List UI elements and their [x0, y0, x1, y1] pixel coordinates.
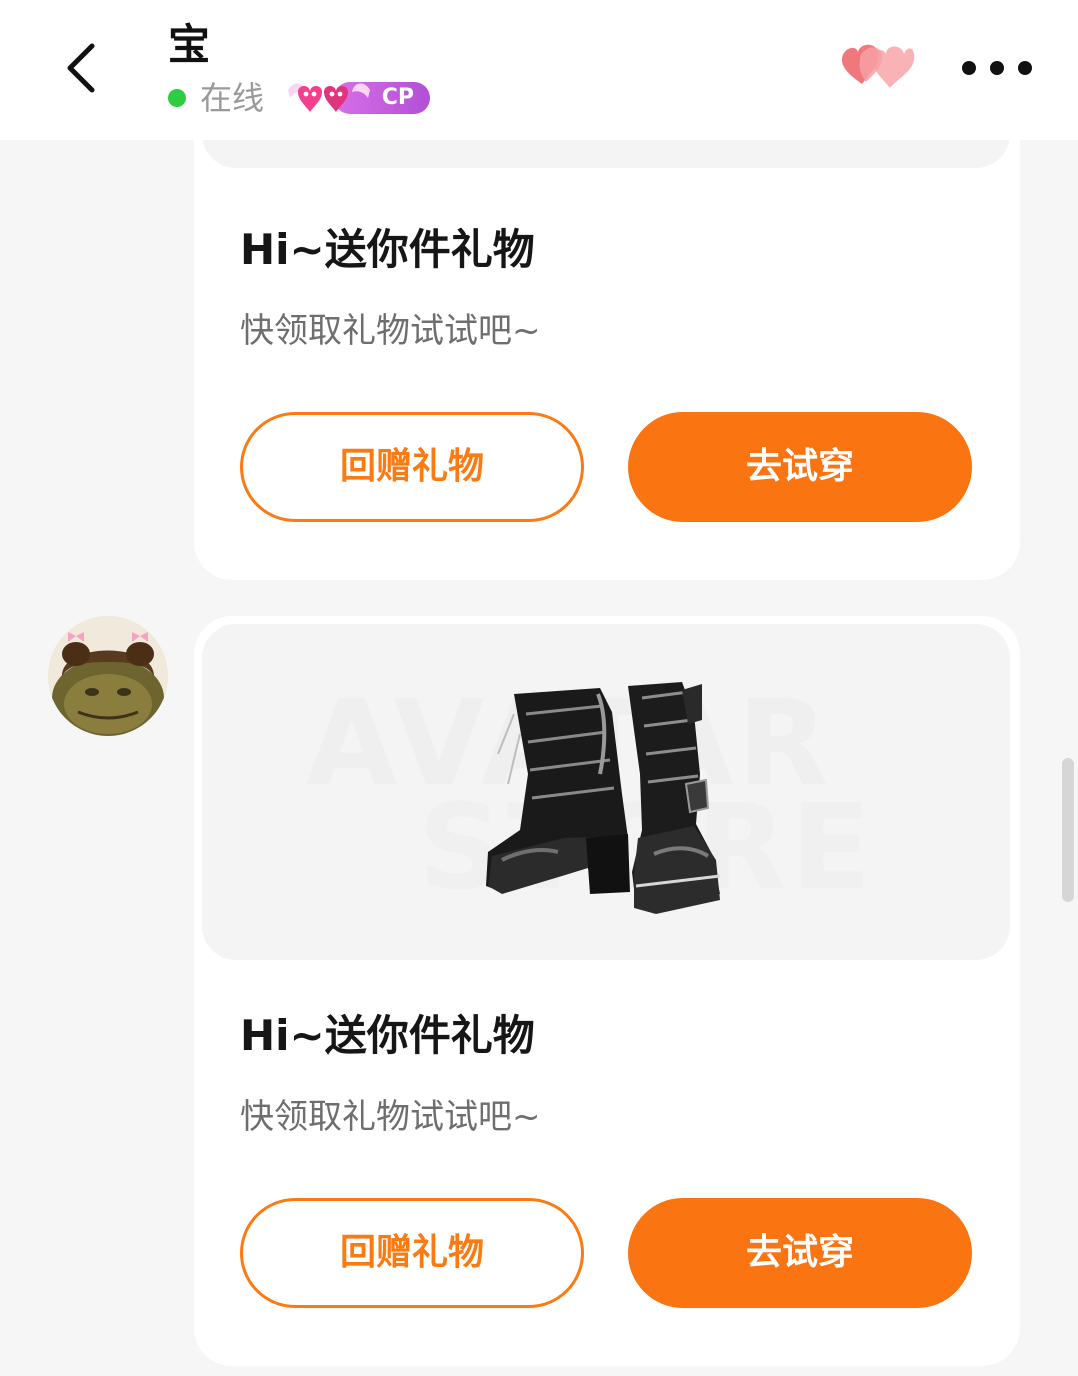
return-gift-button[interactable]: 回赠礼物 [240, 1198, 584, 1308]
more-button[interactable] [962, 52, 1032, 84]
gift-subtitle: 快领取礼物试试吧~ [240, 311, 541, 351]
online-status: 在线 CP [168, 76, 431, 120]
status-text: 在线 [200, 79, 265, 117]
gift-title: Hi~送你件礼物 [240, 225, 535, 274]
chat-header: 宝 在线 CP [0, 0, 1078, 140]
gift-message-card: AVATAR STORE Hi~送你件礼物 快领取礼物试试吧~ 回赠礼物 去试穿 [194, 616, 1020, 1366]
gift-image[interactable]: AVATAR STORE [202, 624, 1010, 960]
more-dot [1018, 61, 1032, 75]
cp-badge-label: CP [381, 85, 415, 110]
return-gift-button[interactable]: 回赠礼物 [240, 412, 584, 522]
more-dot [990, 61, 1004, 75]
gift-title: Hi~送你件礼物 [240, 1011, 535, 1060]
gift-subtitle: 快领取礼物试试吧~ [240, 1097, 541, 1137]
try-on-button[interactable]: 去试穿 [628, 412, 972, 522]
more-dot [962, 61, 976, 75]
boots-image [486, 682, 721, 914]
chat-title: 宝 [168, 20, 211, 69]
try-on-button[interactable]: 去试穿 [628, 1198, 972, 1308]
scrollbar[interactable] [1062, 758, 1074, 902]
back-button[interactable] [58, 38, 108, 98]
winged-hearts-icon [288, 83, 371, 112]
intimacy-button[interactable] [838, 40, 918, 96]
online-dot [168, 89, 186, 107]
hearts-icon [842, 44, 915, 88]
chevron-left-icon [67, 43, 95, 93]
frog-avatar-image [48, 616, 168, 736]
cp-badge[interactable]: CP [284, 76, 431, 120]
avatar[interactable] [48, 616, 168, 736]
